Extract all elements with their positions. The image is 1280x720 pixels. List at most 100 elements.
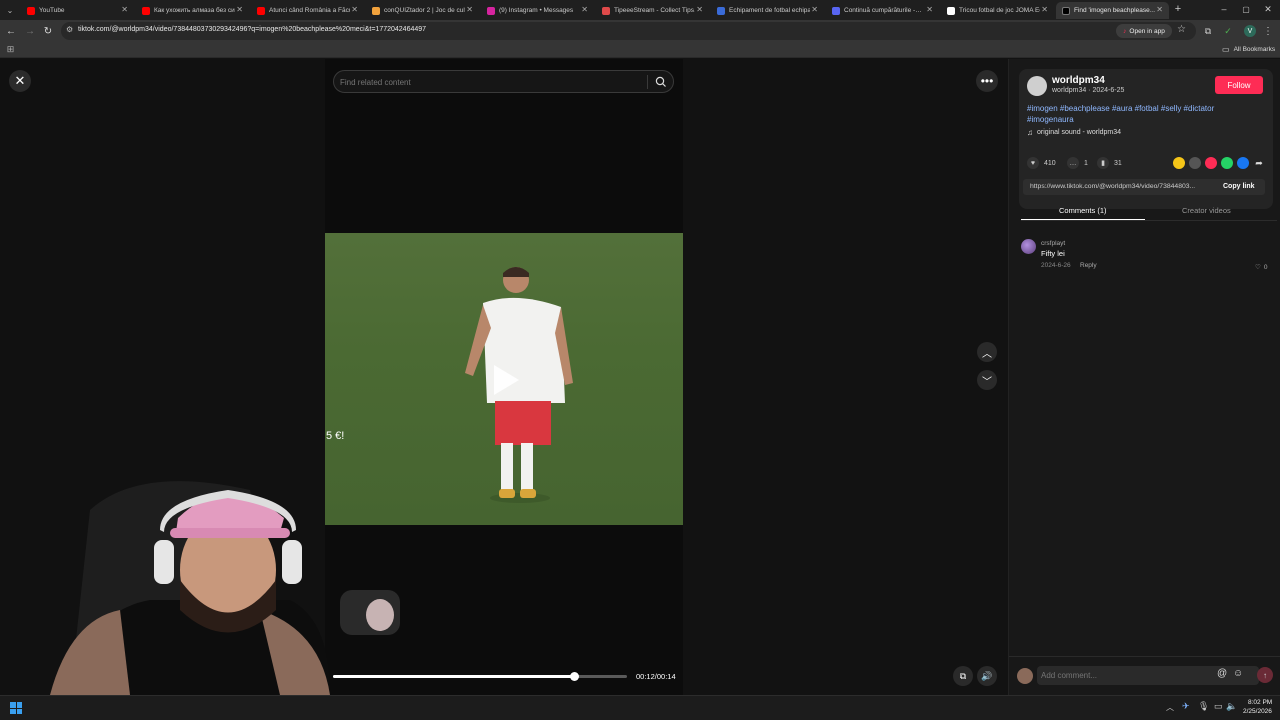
right-backdrop [683, 59, 1008, 695]
repost-icon[interactable] [1173, 157, 1185, 169]
close-video-button[interactable]: ✕ [9, 70, 31, 92]
send-to-friend-icon[interactable] [1205, 157, 1217, 169]
tray-overflow-icon[interactable]: ︿ [1166, 702, 1174, 713]
comment-reply-button[interactable]: Reply [1080, 262, 1097, 269]
tray-app-icon[interactable]: ✈ [1182, 701, 1190, 712]
seek-bar[interactable] [333, 672, 627, 681]
tab-favicon-icon [602, 6, 610, 15]
my-avatar[interactable] [1017, 668, 1033, 684]
extensions-icon[interactable]: ⧉ [1202, 25, 1214, 37]
copy-link-button[interactable]: Copy link [1223, 183, 1255, 190]
folder-icon: ▭ [1222, 45, 1230, 54]
minimize-icon[interactable]: – [1218, 3, 1230, 15]
new-tab-icon[interactable]: + [1172, 3, 1184, 15]
browser-tab[interactable]: TipeeeStream - Collect Tips… ✕ [596, 2, 709, 19]
seek-handle[interactable] [570, 672, 579, 681]
profile-avatar[interactable]: V [1244, 25, 1256, 37]
next-video-button[interactable]: ﹀ [977, 370, 997, 390]
volume-button[interactable]: 🔊 [977, 666, 997, 686]
like-action[interactable]: ♥ 410 [1027, 157, 1056, 169]
search-bar[interactable] [333, 70, 674, 93]
browser-tab[interactable]: Continuă cumpărăturile -… ✕ [826, 2, 939, 19]
heart-icon: ♥ [1027, 157, 1039, 169]
link-box: https://www.tiktok.com/@worldpm34/video/… [1023, 179, 1265, 195]
browser-tab-label: Tricou fotbal de joc JOMA Echi… [959, 7, 1040, 14]
close-tab-icon[interactable]: ✕ [811, 5, 818, 14]
close-tab-icon[interactable]: ✕ [236, 5, 243, 14]
all-bookmarks[interactable]: ▭ All Bookmarks [1222, 45, 1275, 54]
browser-tab[interactable]: Find 'imogen beachplease… ✕ [1056, 2, 1169, 19]
tab-search-icon[interactable]: ⌄ [4, 4, 16, 16]
browser-tab[interactable]: Tricou fotbal de joc JOMA Echi…✕ [941, 2, 1054, 19]
url-field[interactable]: ⚙ tiktok.com/@worldpm34/video/7384480373… [61, 22, 1196, 40]
microphone-icon[interactable]: 🎙 [1198, 701, 1209, 712]
browser-tab[interactable]: conQUIZtador 2 | Joc de cultură…✕ [366, 2, 479, 19]
creator-avatar[interactable] [1027, 76, 1047, 96]
browser-tab[interactable]: (9) Instagram • Messages ✕ [481, 2, 594, 19]
bookmark-star-icon[interactable]: ☆ [1177, 24, 1186, 35]
search-divider [647, 75, 648, 89]
mention-icon[interactable]: @ [1217, 668, 1227, 679]
clock-date[interactable]: 2/25/2026 [1243, 708, 1272, 715]
sound-row[interactable]: ♫ original sound - worldpm34 [1027, 128, 1121, 137]
tab-creator-videos[interactable]: Creator videos [1182, 206, 1231, 215]
forward-icon[interactable]: → [24, 25, 36, 37]
open-in-app-button[interactable]: ♪ Open in app [1116, 24, 1172, 38]
comment-date: 2024-6-26 [1041, 262, 1071, 269]
emoji-icon[interactable]: ☺ [1233, 668, 1243, 679]
comment-action[interactable]: … 1 [1067, 157, 1088, 169]
creator-handle-date: worldpm34 · 2024-6-25 [1052, 87, 1125, 94]
search-icon[interactable] [655, 76, 667, 88]
previous-video-button[interactable]: ︿ [977, 342, 997, 362]
mini-player-button[interactable]: ⧉ [953, 666, 973, 686]
browser-tab[interactable]: YouTube ✕ [21, 2, 134, 19]
close-window-icon[interactable]: ✕ [1262, 3, 1274, 15]
comment-text: Fifty lei [1041, 249, 1065, 258]
whatsapp-icon[interactable] [1221, 157, 1233, 169]
comment-input[interactable] [1041, 668, 1211, 683]
save-action[interactable]: ▮ 31 [1097, 157, 1122, 169]
browser-tab[interactable]: Как ухожить алмаза без си… ✕ [136, 2, 249, 19]
follow-button[interactable]: Follow [1215, 76, 1263, 94]
clock-time[interactable]: 8:02 PM [1248, 699, 1272, 706]
site-info-icon[interactable]: ⚙ [66, 25, 73, 34]
close-tab-icon[interactable]: ✕ [581, 5, 588, 14]
play-icon[interactable] [491, 363, 521, 397]
maximize-icon[interactable]: ▢ [1240, 3, 1252, 15]
browser-menu-icon[interactable]: ⋮ [1262, 25, 1274, 37]
back-icon[interactable]: ← [5, 25, 17, 37]
tab-favicon-icon [717, 6, 725, 15]
close-tab-icon[interactable]: ✕ [926, 5, 933, 14]
close-tab-icon[interactable]: ✕ [1041, 5, 1048, 14]
like-count: 410 [1044, 159, 1056, 167]
close-tab-icon[interactable]: ✕ [466, 5, 473, 14]
windows-start-icon[interactable] [10, 702, 22, 714]
facebook-icon[interactable] [1237, 157, 1249, 169]
close-tab-icon[interactable]: ✕ [121, 5, 128, 14]
hashtags[interactable]: #imogen #beachplease #aura #fotbal #sell… [1027, 103, 1257, 125]
browser-tab[interactable]: Atunci când România a Făcut…✕ [251, 2, 364, 19]
comment-author[interactable]: crsfplayt [1041, 240, 1065, 247]
embed-icon[interactable] [1189, 157, 1201, 169]
comment-like[interactable]: ♡ 0 [1255, 263, 1268, 272]
comment-input-box[interactable]: @ ☺ [1037, 666, 1259, 685]
search-input[interactable] [340, 74, 640, 90]
browser-tab[interactable]: Echipament de fotbal echipa… ✕ [711, 2, 824, 19]
apps-grid-icon[interactable]: ⊞ [5, 44, 16, 55]
speaker-icon[interactable]: 🔈 [1226, 701, 1237, 712]
close-tab-icon[interactable]: ✕ [696, 5, 703, 14]
network-icon[interactable]: ▭ [1214, 701, 1223, 712]
close-tab-icon[interactable]: ✕ [351, 5, 358, 14]
sound-name: original sound - worldpm34 [1037, 129, 1122, 136]
extension-badge-icon[interactable]: ✓ [1222, 25, 1234, 37]
share-arrow-icon[interactable]: ➦ [1253, 157, 1265, 169]
post-comment-button[interactable]: ↑ [1257, 667, 1273, 683]
creator-username[interactable]: worldpm34 [1052, 75, 1105, 86]
commenter-avatar[interactable] [1021, 239, 1036, 254]
video-link[interactable]: https://www.tiktok.com/@worldpm34/video/… [1030, 183, 1195, 190]
more-options-button[interactable]: ••• [976, 70, 998, 92]
close-tab-icon[interactable]: ✕ [1156, 5, 1163, 14]
tab-comments[interactable]: Comments (1) [1059, 206, 1107, 215]
reload-icon[interactable]: ↻ [42, 25, 54, 37]
comment-like-count: 0 [1263, 263, 1268, 271]
